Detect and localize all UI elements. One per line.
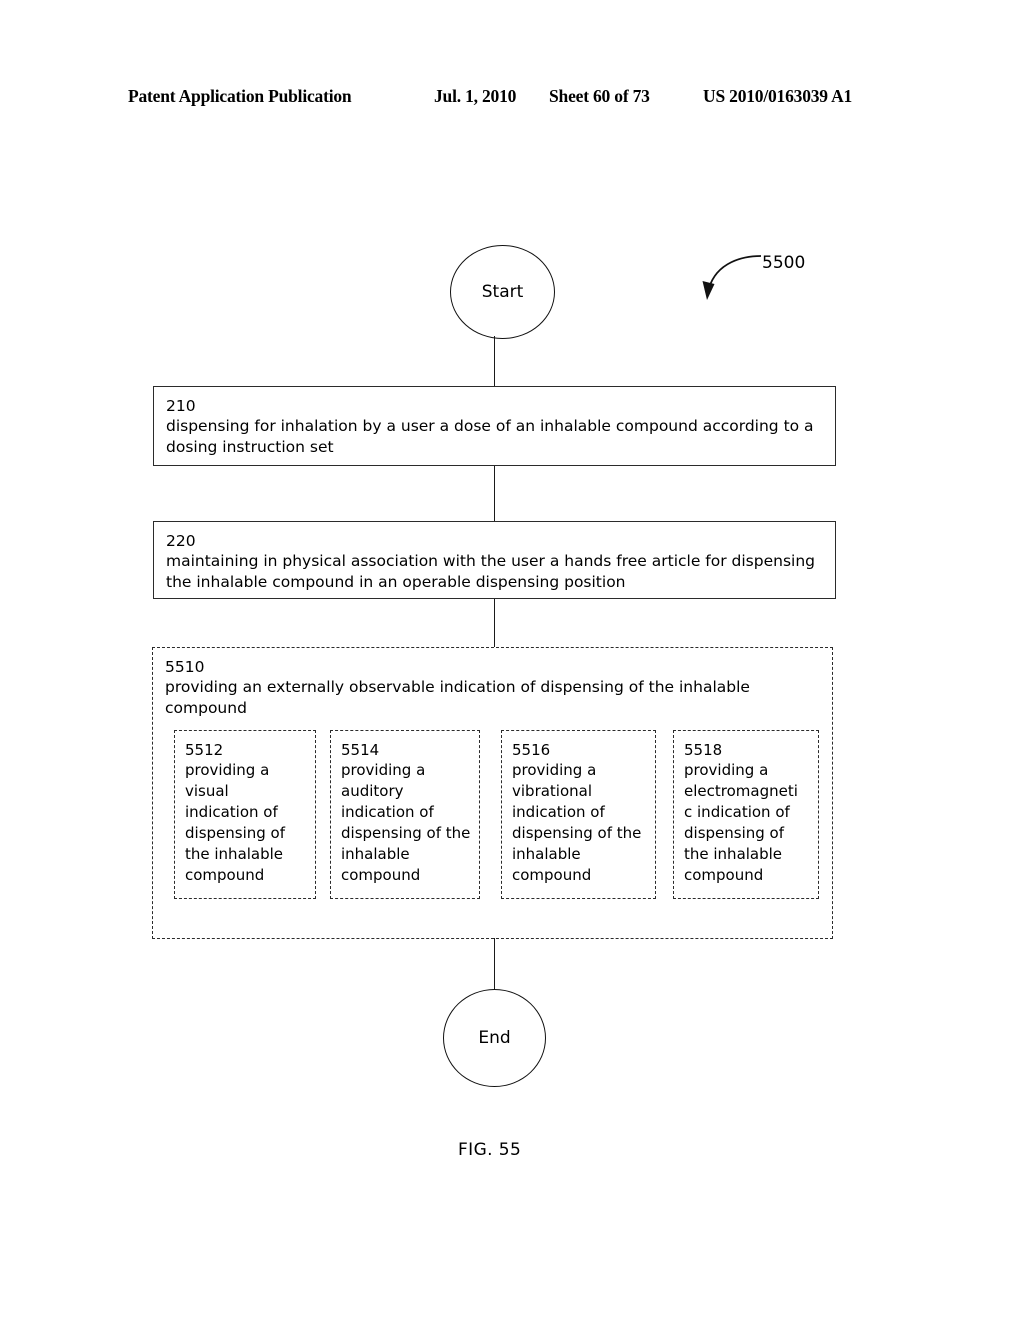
flowchart-start-node: Start bbox=[450, 245, 555, 339]
process-box-220: 220 maintaining in physical association … bbox=[153, 521, 836, 599]
box-5514-text: providing a auditory indication of dispe… bbox=[341, 761, 471, 884]
box-5512-reference: 5512 bbox=[185, 741, 224, 759]
process-box-5518: 5518 providing a electromagneti c indica… bbox=[673, 730, 819, 899]
box-5516-reference: 5516 bbox=[512, 741, 551, 759]
figure-caption: FIG. 55 bbox=[458, 1140, 522, 1160]
connector-start-to-210 bbox=[494, 336, 495, 387]
page-header: Patent Application Publication Jul. 1, 2… bbox=[0, 86, 1024, 110]
box-5514-reference: 5514 bbox=[341, 741, 380, 759]
process-box-5512: 5512 providing a visual indication of di… bbox=[174, 730, 316, 899]
process-box-210: 210 dispensing for inhalation by a user … bbox=[153, 386, 836, 466]
header-sheet-label: Sheet 60 of 73 bbox=[549, 86, 650, 106]
box-5510-reference: 5510 bbox=[165, 658, 205, 676]
process-box-5514: 5514 providing a auditory indication of … bbox=[330, 730, 480, 899]
header-patent-number: US 2010/0163039 A1 bbox=[703, 86, 853, 106]
end-node-label: End bbox=[478, 1028, 511, 1048]
box-210-reference: 210 bbox=[166, 397, 196, 415]
box-220-text: maintaining in physical association with… bbox=[166, 552, 815, 591]
callout-reference-label: 5500 bbox=[762, 253, 806, 273]
start-node-label: Start bbox=[481, 282, 524, 302]
header-publication-label: Patent Application Publication bbox=[128, 86, 352, 106]
process-box-5516: 5516 providing a vibrational indication … bbox=[501, 730, 656, 899]
box-5518-text: providing a electromagneti c indication … bbox=[684, 761, 798, 884]
box-5516-text: providing a vibrational indication of di… bbox=[512, 761, 642, 884]
box-210-text: dispensing for inhalation by a user a do… bbox=[166, 417, 814, 456]
box-5518-reference: 5518 bbox=[684, 741, 723, 759]
box-220-reference: 220 bbox=[166, 532, 196, 550]
box-5512-text: providing a visual indication of dispens… bbox=[185, 761, 285, 884]
connector-5510-to-end bbox=[494, 938, 495, 990]
connector-220-to-5510 bbox=[494, 599, 495, 648]
flowchart-end-node: End bbox=[443, 989, 546, 1087]
callout-arrow-icon bbox=[702, 255, 762, 300]
header-date-label: Jul. 1, 2010 bbox=[434, 86, 517, 106]
connector-210-to-220 bbox=[494, 466, 495, 522]
box-5510-text: providing an externally observable indic… bbox=[165, 678, 750, 717]
